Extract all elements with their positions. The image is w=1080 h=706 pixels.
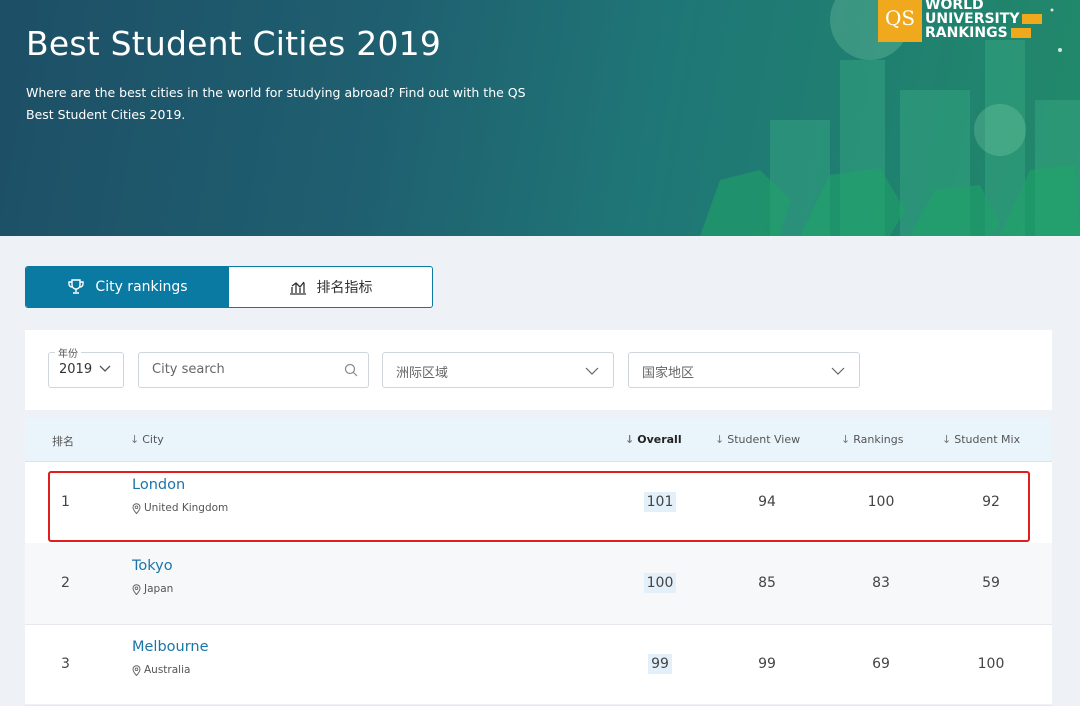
- column-overall[interactable]: ↓ Overall: [625, 433, 682, 446]
- column-student-mix[interactable]: ↓ Student Mix: [942, 433, 1020, 446]
- rank-cell: 3: [61, 656, 70, 672]
- student-mix-score: 92: [982, 494, 1000, 510]
- rankings-score: 83: [872, 575, 890, 591]
- sort-arrow-icon: ↓: [841, 433, 851, 446]
- rank-cell: 2: [61, 575, 70, 591]
- city-link[interactable]: London: [132, 477, 185, 493]
- year-select[interactable]: 年份 2019: [48, 345, 124, 388]
- country-label: United Kingdom: [132, 502, 228, 514]
- page-description: Where are the best cities in the world f…: [26, 85, 526, 122]
- student-mix-score: 59: [982, 575, 1000, 591]
- qs-logo[interactable]: QS WORLD UNIVERSITY RANKINGS: [878, 0, 1048, 44]
- column-rank[interactable]: 排名: [52, 433, 74, 449]
- tab-ranking-indicators-label: 排名指标: [316, 280, 373, 296]
- student-view-score: 99: [758, 656, 776, 672]
- country-label: Australia: [132, 664, 190, 676]
- country-select[interactable]: 国家地区: [628, 352, 860, 388]
- year-value: 2019: [59, 362, 93, 377]
- table-header: 排名 ↓ City ↓ Overall ↓ Student View ↓ Ranking…: [25, 418, 1052, 462]
- location-pin-icon: [132, 664, 141, 676]
- qs-logo-box: QS: [878, 0, 922, 42]
- column-city[interactable]: ↓ City: [130, 433, 164, 446]
- page-title: Best Student Cities 2019: [26, 24, 442, 63]
- tab-city-rankings[interactable]: City rankings: [26, 267, 229, 307]
- overall-score: 100: [630, 573, 690, 593]
- sort-arrow-icon: ↓: [942, 433, 952, 446]
- sort-arrow-icon: ↓: [715, 433, 725, 446]
- filter-bar: 年份 2019 City search 洲际区域 国家地区: [25, 330, 1052, 410]
- sort-arrow-icon: ↓: [130, 433, 140, 446]
- view-toggle: City rankings 排名指标: [25, 266, 433, 308]
- city-link[interactable]: Tokyo: [132, 558, 173, 574]
- rank-cell: 1: [61, 494, 70, 510]
- city-link[interactable]: Melbourne: [132, 639, 209, 655]
- column-rankings[interactable]: ↓ Rankings: [841, 433, 903, 446]
- logo-line2: UNIVERSITY: [925, 12, 1043, 26]
- trophy-icon: [68, 279, 85, 294]
- country-label: Japan: [132, 583, 173, 595]
- table-row[interactable]: 3 Melbourne Australia 99 99 69 100: [25, 624, 1052, 706]
- region-label: 洲际区域: [396, 366, 449, 381]
- location-pin-icon: [132, 583, 141, 595]
- location-pin-icon: [132, 502, 141, 514]
- overall-score: 99: [630, 654, 690, 674]
- tab-city-rankings-label: City rankings: [95, 279, 188, 295]
- table-row[interactable]: 1 London United Kingdom 101 94 100 92: [25, 462, 1052, 544]
- rankings-score: 69: [872, 656, 890, 672]
- overall-score: 101: [630, 492, 690, 512]
- chevron-down-icon: [831, 367, 845, 375]
- student-view-score: 94: [758, 494, 776, 510]
- rankings-score: 100: [867, 494, 895, 510]
- rankings-table: 排名 ↓ City ↓ Overall ↓ Student View ↓ Ranking…: [25, 418, 1052, 706]
- hero-banner: Best Student Cities 2019 Where are the b…: [0, 0, 1080, 236]
- search-icon: [344, 363, 358, 377]
- year-legend: 年份: [55, 345, 81, 360]
- logo-line3: RANKINGS: [925, 26, 1042, 40]
- chart-icon: [289, 281, 306, 295]
- tab-ranking-indicators[interactable]: 排名指标: [229, 267, 432, 307]
- city-search-placeholder: City search: [152, 362, 225, 377]
- country-label: 国家地区: [642, 366, 695, 381]
- qs-logo-words: WORLD UNIVERSITY RANKINGS: [925, 0, 1043, 40]
- column-student-view[interactable]: ↓ Student View: [715, 433, 800, 446]
- student-mix-score: 100: [977, 656, 1005, 672]
- chevron-down-icon: [585, 367, 599, 375]
- region-select[interactable]: 洲际区域: [382, 352, 614, 388]
- chevron-down-icon: [99, 365, 111, 372]
- table-row[interactable]: 2 Tokyo Japan 100 85 83 59: [25, 543, 1052, 625]
- city-search-input[interactable]: City search: [138, 352, 369, 388]
- student-view-score: 85: [758, 575, 776, 591]
- sort-arrow-icon: ↓: [625, 433, 635, 446]
